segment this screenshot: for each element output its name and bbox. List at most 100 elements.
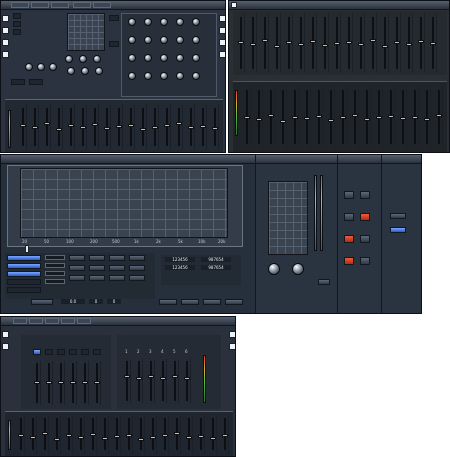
tab-1[interactable] <box>13 318 27 324</box>
release-knob[interactable] <box>292 263 304 275</box>
eq-knob[interactable] <box>144 54 152 62</box>
eq-knob[interactable] <box>128 18 136 26</box>
fader-cap[interactable] <box>80 126 86 129</box>
fader-cap[interactable] <box>262 39 268 42</box>
fader-cap[interactable] <box>150 436 156 439</box>
eq-knob[interactable] <box>192 72 200 80</box>
eq-knob[interactable] <box>144 18 152 26</box>
fader-cap[interactable] <box>164 124 170 127</box>
fader-cap[interactable] <box>430 42 436 45</box>
output-toggle[interactable] <box>360 257 370 265</box>
fader-cap[interactable] <box>148 375 154 378</box>
fader-cap[interactable] <box>310 40 316 43</box>
fader-cap[interactable] <box>184 377 190 380</box>
limiter-apply-button[interactable] <box>318 279 330 285</box>
eq-knob[interactable] <box>192 18 200 26</box>
output-toggle-active[interactable] <box>344 235 354 243</box>
eq-knob[interactable] <box>160 36 168 44</box>
band-value[interactable] <box>45 263 65 268</box>
fader-cap[interactable] <box>274 45 280 48</box>
output-toggle[interactable] <box>360 191 370 199</box>
fader-cap[interactable] <box>316 115 322 118</box>
fader-cap[interactable] <box>114 435 120 438</box>
fader-cap[interactable] <box>20 124 26 127</box>
eq-knob[interactable] <box>192 54 200 62</box>
band-toggle[interactable] <box>109 275 125 281</box>
release-knob[interactable] <box>81 67 89 75</box>
mode-button-b[interactable] <box>13 21 21 27</box>
attack-knob[interactable] <box>268 263 280 275</box>
eq-knob[interactable] <box>128 36 136 44</box>
eq-button-1[interactable] <box>109 15 119 21</box>
band-toggle[interactable] <box>129 275 145 281</box>
band-toggle[interactable] <box>129 255 145 261</box>
fader-cap[interactable] <box>140 128 146 131</box>
fader-cap[interactable] <box>222 434 228 437</box>
tab-5[interactable] <box>77 318 91 324</box>
settings-icon[interactable] <box>229 331 235 338</box>
fader-cap[interactable] <box>370 39 376 42</box>
fader-cap[interactable] <box>160 377 166 380</box>
fader-cap[interactable] <box>250 43 256 46</box>
eq-knob[interactable] <box>144 72 152 80</box>
band-value[interactable] <box>45 255 65 260</box>
threshold-knob[interactable] <box>79 55 87 63</box>
eq-knob[interactable] <box>128 54 136 62</box>
band-toggle[interactable] <box>129 265 145 271</box>
fader-cap[interactable] <box>92 123 98 126</box>
bottom-button[interactable] <box>203 299 221 305</box>
tab-4[interactable] <box>61 318 75 324</box>
fader-cap[interactable] <box>138 438 144 441</box>
bottom-button[interactable] <box>181 299 199 305</box>
fader-cap[interactable] <box>292 116 298 119</box>
fader-cap[interactable] <box>56 128 62 131</box>
fader-cap[interactable] <box>54 438 60 441</box>
eq-knob[interactable] <box>192 36 200 44</box>
bottom-button[interactable] <box>159 299 177 305</box>
fader-cap[interactable] <box>210 437 216 440</box>
info-icon[interactable] <box>219 39 225 46</box>
band-toggle[interactable] <box>69 255 85 261</box>
band-toggle[interactable] <box>69 265 85 271</box>
band-row-selected[interactable] <box>7 263 41 269</box>
matrix-select[interactable] <box>69 349 77 355</box>
routing-button-active[interactable] <box>390 227 406 233</box>
band-row-selected[interactable] <box>7 255 41 261</box>
fader-cap[interactable] <box>46 381 52 384</box>
fader-cap[interactable] <box>172 375 178 378</box>
fader-cap[interactable] <box>116 125 122 128</box>
band-value[interactable] <box>45 271 65 276</box>
eq-knob[interactable] <box>176 54 184 62</box>
band-toggle[interactable] <box>109 265 125 271</box>
help-icon[interactable] <box>219 51 225 58</box>
fader-cap[interactable] <box>94 381 100 384</box>
bottom-button[interactable] <box>31 299 53 305</box>
tab-3[interactable] <box>51 2 69 8</box>
fader-cap[interactable] <box>128 124 134 127</box>
eq-knob[interactable] <box>176 36 184 44</box>
band-row[interactable] <box>7 287 41 293</box>
fader-cap[interactable] <box>412 116 418 119</box>
delay-knob[interactable] <box>65 55 73 63</box>
eq-knob[interactable] <box>144 36 152 44</box>
fader-cap[interactable] <box>346 41 352 44</box>
fader-cap[interactable] <box>34 381 40 384</box>
fader-cap[interactable] <box>364 118 370 121</box>
lock-icon[interactable] <box>2 331 9 338</box>
fader-cap[interactable] <box>418 40 424 43</box>
fader-cap[interactable] <box>212 127 218 130</box>
fader-cap[interactable] <box>136 377 142 380</box>
fader-cap[interactable] <box>104 127 110 130</box>
fader-cap[interactable] <box>18 434 24 437</box>
fader-cap[interactable] <box>298 43 304 46</box>
fader-cap[interactable] <box>304 117 310 120</box>
tab-3[interactable] <box>45 318 59 324</box>
fader-cap[interactable] <box>358 43 364 46</box>
fader-cap[interactable] <box>334 42 340 45</box>
eq-knob[interactable] <box>160 18 168 26</box>
matrix-select[interactable] <box>45 349 53 355</box>
fader-cap[interactable] <box>152 126 158 129</box>
mode-button-c[interactable] <box>13 29 21 35</box>
eq-button-2[interactable] <box>109 41 119 47</box>
fader-cap[interactable] <box>280 120 286 123</box>
